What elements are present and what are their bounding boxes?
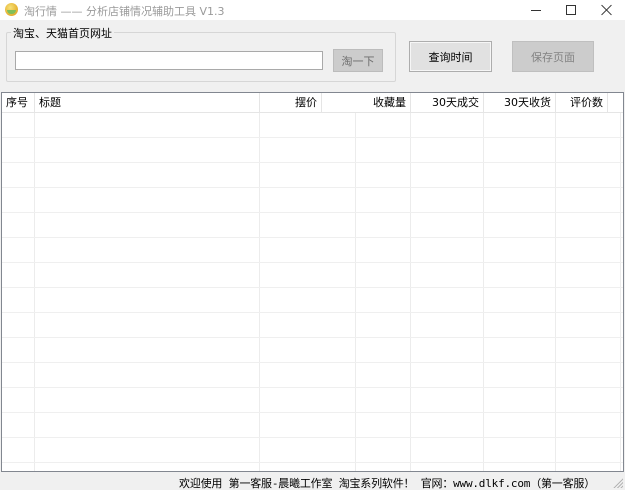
close-icon — [601, 4, 613, 16]
maximize-button[interactable] — [554, 0, 588, 20]
window-title: 淘行情 —— 分析店铺情况辅助工具 V1.3 — [24, 5, 225, 18]
url-group-label: 淘宝、天猫首页网址 — [11, 25, 114, 41]
save-page-button[interactable]: 保存页面 — [512, 41, 594, 72]
resize-grip-icon[interactable] — [611, 476, 623, 488]
minimize-button[interactable] — [519, 0, 553, 20]
title-bar[interactable]: 淘行情 —— 分析店铺情况辅助工具 V1.3 — [0, 0, 625, 20]
app-logo-icon — [5, 3, 18, 16]
grid-row-divider — [2, 187, 623, 188]
grid-column-divider — [355, 113, 356, 471]
grid-row-divider — [2, 337, 623, 338]
minimize-icon — [531, 9, 541, 11]
status-text: 欢迎使用 第一客服-晨曦工作室 淘宝系列软件！ 官网：www.dlkf.com（… — [179, 477, 595, 490]
grid-row-divider — [2, 412, 623, 413]
status-bar: 欢迎使用 第一客服-晨曦工作室 淘宝系列软件！ 官网：www.dlkf.com（… — [0, 472, 625, 490]
column-header-review-count[interactable]: 评价数 — [556, 93, 608, 113]
table-header: 序号 标题 摆价 收藏量 30天成交 30天收货 评价数 — [2, 93, 623, 113]
maximize-icon — [566, 5, 576, 15]
grid-column-divider — [620, 113, 621, 471]
grid-row-divider — [2, 237, 623, 238]
grid-row-divider — [2, 312, 623, 313]
query-time-button[interactable]: 查询时间 — [409, 41, 492, 72]
close-button[interactable] — [590, 0, 624, 20]
grid-column-divider — [34, 113, 35, 471]
column-header-price[interactable]: 摆价 — [260, 93, 322, 113]
grid-row-divider — [2, 437, 623, 438]
grid-row-divider — [2, 462, 623, 463]
column-header-30day-sales[interactable]: 30天成交 — [411, 93, 484, 113]
grid-column-divider — [410, 113, 411, 471]
grid-row-divider — [2, 287, 623, 288]
column-header-favorites[interactable]: 收藏量 — [322, 93, 411, 113]
grid-row-divider — [2, 362, 623, 363]
grid-row-divider — [2, 137, 623, 138]
url-input[interactable] — [15, 51, 323, 70]
taoyixia-button[interactable]: 淘一下 — [333, 49, 383, 72]
grid-column-divider — [555, 113, 556, 471]
grid-column-divider — [259, 113, 260, 471]
grid-row-divider — [2, 212, 623, 213]
grid-column-divider — [483, 113, 484, 471]
grid-row-divider — [2, 387, 623, 388]
grid-row-divider — [2, 162, 623, 163]
column-header-title[interactable]: 标题 — [35, 93, 260, 113]
grid-row-divider — [2, 262, 623, 263]
table-body[interactable] — [2, 113, 623, 471]
results-table[interactable]: 序号 标题 摆价 收藏量 30天成交 30天收货 评价数 — [1, 92, 624, 472]
column-header-30day-received[interactable]: 30天收货 — [484, 93, 556, 113]
column-header-index[interactable]: 序号 — [2, 93, 35, 113]
